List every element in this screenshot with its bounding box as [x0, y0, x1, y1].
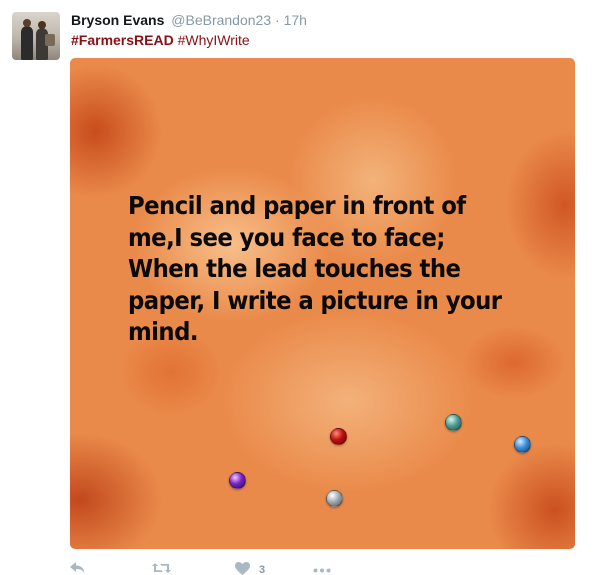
tweet-actions: 3: [70, 560, 370, 575]
heart-icon: [235, 562, 250, 575]
like-button[interactable]: [235, 562, 250, 575]
tweet-header: Bryson Evans @BeBrandon23 · 17h: [71, 11, 307, 29]
retweet-icon: [152, 563, 171, 573]
hashtag-link[interactable]: #WhyIWrite: [178, 32, 250, 48]
marble-red: [330, 428, 347, 445]
like-count: 3: [259, 564, 266, 575]
tweet-text: #FarmersREAD #WhyIWrite: [71, 31, 250, 49]
reply-button[interactable]: [70, 562, 85, 575]
marble-silver: [326, 490, 343, 507]
tweet-media-image[interactable]: Pencil and paper in front of me,I see yo…: [70, 58, 575, 549]
author-name[interactable]: Bryson Evans: [71, 12, 164, 28]
separator-dot: ·: [275, 12, 280, 28]
quote-line: paper, I write a picture in your: [128, 285, 502, 315]
tweet-timestamp[interactable]: 17h: [284, 12, 307, 28]
image-quote-text: Pencil and paper in front of me,I see yo…: [128, 190, 519, 348]
quote-line: Pencil and paper in front of: [128, 191, 466, 220]
quote-line: When the lead touches the: [128, 254, 461, 283]
avatar-bag: [45, 34, 55, 46]
quote-line: mind.: [128, 317, 199, 346]
avatar-head-right: [38, 21, 46, 29]
avatar-figure-left: [21, 26, 33, 60]
marble-blue: [514, 436, 531, 453]
marble-teal: [445, 414, 462, 431]
reply-icon: [70, 562, 85, 573]
hashtag-link[interactable]: #FarmersREAD: [71, 32, 174, 48]
marble-purple: [229, 472, 246, 489]
more-dots-icon: [313, 568, 331, 573]
tweet: Bryson Evans @BeBrandon23 · 17h #Farmers…: [0, 0, 611, 575]
quote-line: me,I see you face to face;: [128, 222, 445, 252]
author-handle[interactable]: @BeBrandon23: [171, 12, 271, 28]
more-button[interactable]: [313, 562, 331, 575]
retweet-button[interactable]: [152, 562, 171, 575]
avatar[interactable]: [12, 12, 60, 60]
avatar-head-left: [23, 19, 31, 27]
